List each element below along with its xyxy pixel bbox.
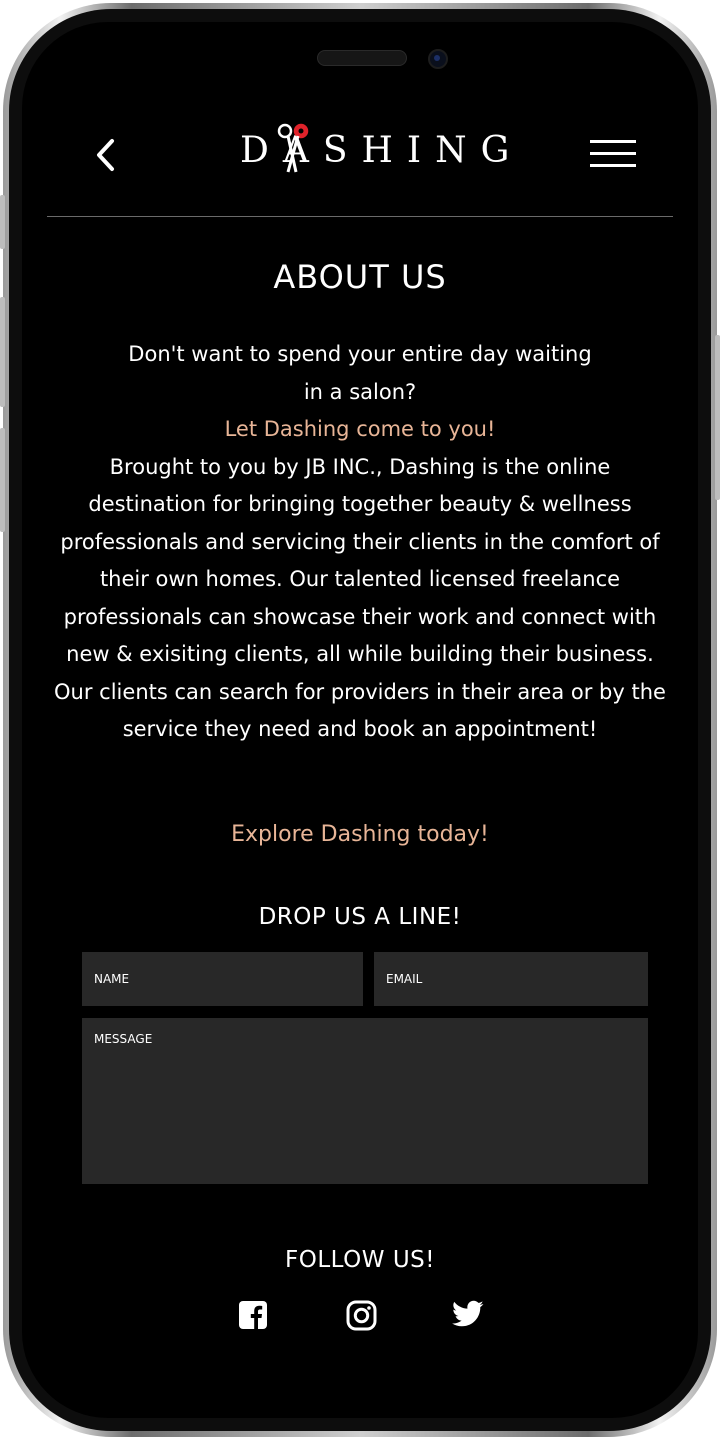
- front-camera: [428, 49, 448, 69]
- instagram-icon: [346, 1300, 377, 1331]
- hamburger-menu-icon: [590, 140, 636, 167]
- chevron-left-icon: [97, 139, 114, 171]
- facebook-link[interactable]: [238, 1300, 270, 1332]
- logo[interactable]: DASHING: [240, 120, 509, 180]
- follow-title: FOLLOW US!: [285, 1247, 435, 1273]
- menu-button[interactable]: [590, 140, 636, 170]
- header-divider: [47, 216, 673, 217]
- back-button[interactable]: [90, 135, 122, 175]
- scissors-icon: [277, 123, 309, 173]
- twitter-icon: [452, 1300, 484, 1327]
- about-text: Don't want to spend your entire day wait…: [54, 336, 666, 749]
- volume-down-button: [0, 428, 5, 532]
- intro-line-1: Don't want to spend your entire day wait…: [128, 342, 592, 366]
- tagline: Let Dashing come to you!: [224, 417, 496, 441]
- message-field[interactable]: [82, 1018, 648, 1184]
- intro-line-2: in a salon?: [303, 379, 417, 404]
- mute-switch: [0, 195, 5, 249]
- facebook-icon: [239, 1301, 267, 1329]
- contact-title: DROP US A LINE!: [258, 904, 462, 930]
- explore-link[interactable]: Explore Dashing today!: [60, 822, 660, 847]
- power-button: [715, 335, 720, 500]
- name-field[interactable]: [82, 952, 363, 1006]
- twitter-link[interactable]: [452, 1300, 484, 1332]
- earpiece-speaker: [317, 50, 407, 66]
- email-field[interactable]: [374, 952, 648, 1006]
- page-title: ABOUT US: [273, 258, 447, 296]
- volume-up-button: [0, 297, 5, 407]
- instagram-link[interactable]: [346, 1300, 378, 1332]
- about-body: Brought to you by JB INC., Dashing is th…: [54, 454, 666, 742]
